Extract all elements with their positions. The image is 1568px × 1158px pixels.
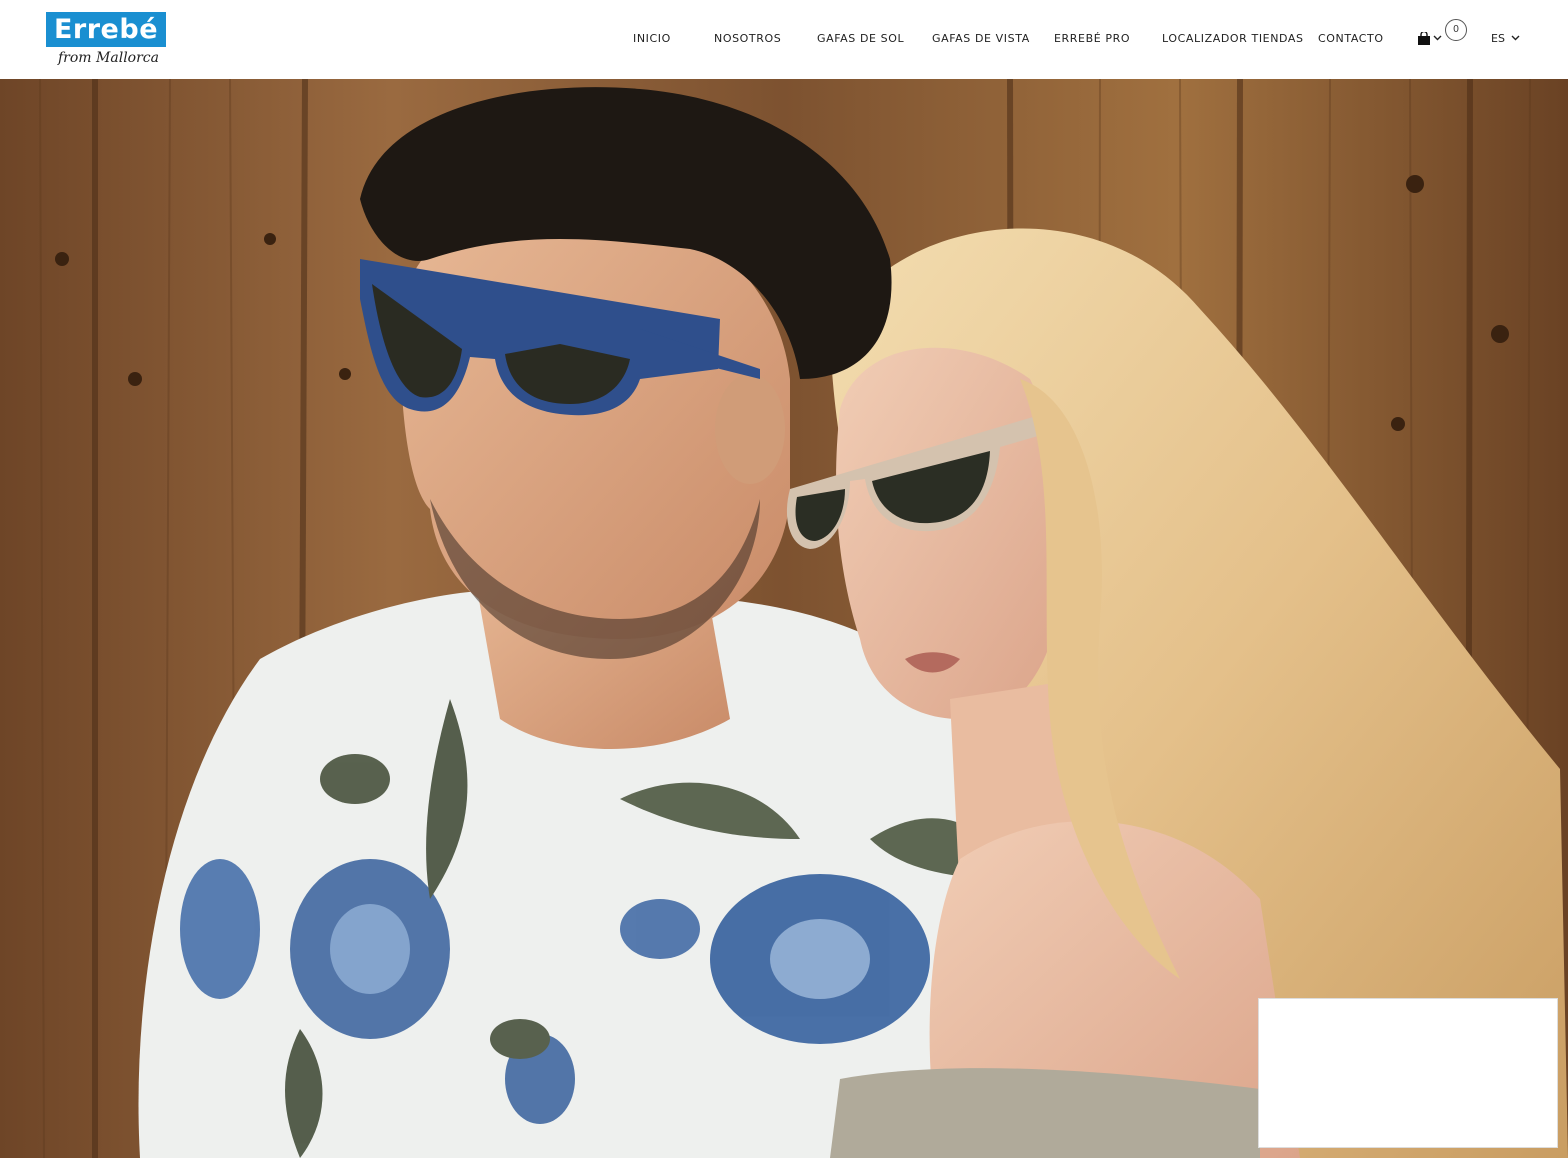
shopping-bag-icon [1418,32,1430,45]
hero-banner [0,79,1568,1158]
overlay-panel [1258,998,1558,1148]
nav-item-localizador-tiendas[interactable]: LOCALIZADOR TIENDAS [1162,31,1304,47]
language-current: ES [1491,32,1505,45]
chevron-down-icon [1433,35,1442,41]
nav-item-inicio[interactable]: INICIO [633,31,671,47]
cart-count-badge: 0 [1445,19,1467,41]
language-selector[interactable]: ES [1491,31,1520,47]
site-header: Errebé from Mallorca INICIO NOSOTROS GAF… [0,0,1568,79]
nav-item-contacto[interactable]: CONTACTO [1318,31,1384,47]
nav-item-gafas-de-vista[interactable]: GAFAS DE VISTA [932,31,1030,47]
nav-item-gafas-de-sol[interactable]: GAFAS DE SOL [817,31,904,47]
cart-button[interactable]: 0 [1417,18,1469,48]
nav-item-errebe-pro[interactable]: ERREBÉ PRO [1054,31,1130,47]
main-navigation: INICIO NOSOTROS GAFAS DE SOL GAFAS DE VI… [0,0,1568,79]
chevron-down-icon [1511,35,1520,41]
nav-item-nosotros[interactable]: NOSOTROS [714,31,781,47]
hero-photo [0,79,1568,1158]
